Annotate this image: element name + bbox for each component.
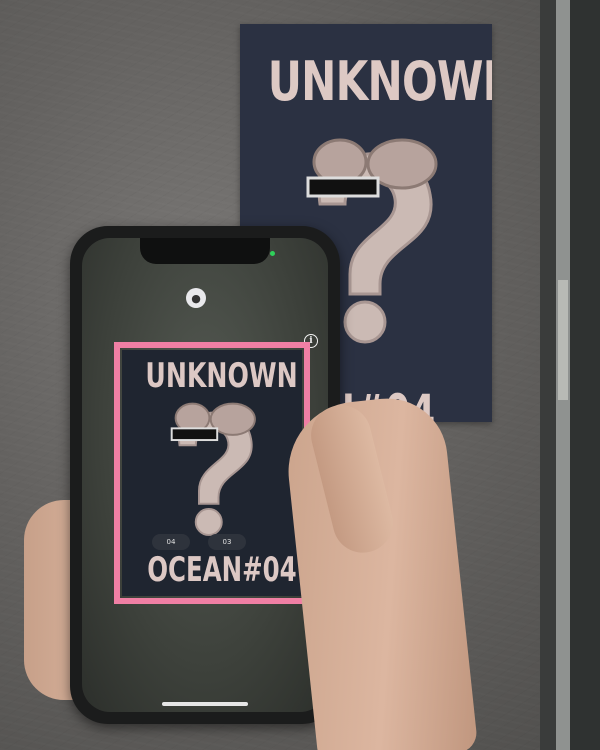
camera-indicator-icon [270,251,275,256]
lock-icon[interactable]: ● [186,288,206,308]
door-frame [540,0,600,750]
wall-poster-title: UNKNOWN [267,50,492,113]
home-indicator[interactable] [162,702,248,706]
phone-notch [140,238,270,264]
scan-frame [114,342,310,604]
photo-scene: UNKNOWN AN#04 ● i UNKNOWN [0,0,600,750]
